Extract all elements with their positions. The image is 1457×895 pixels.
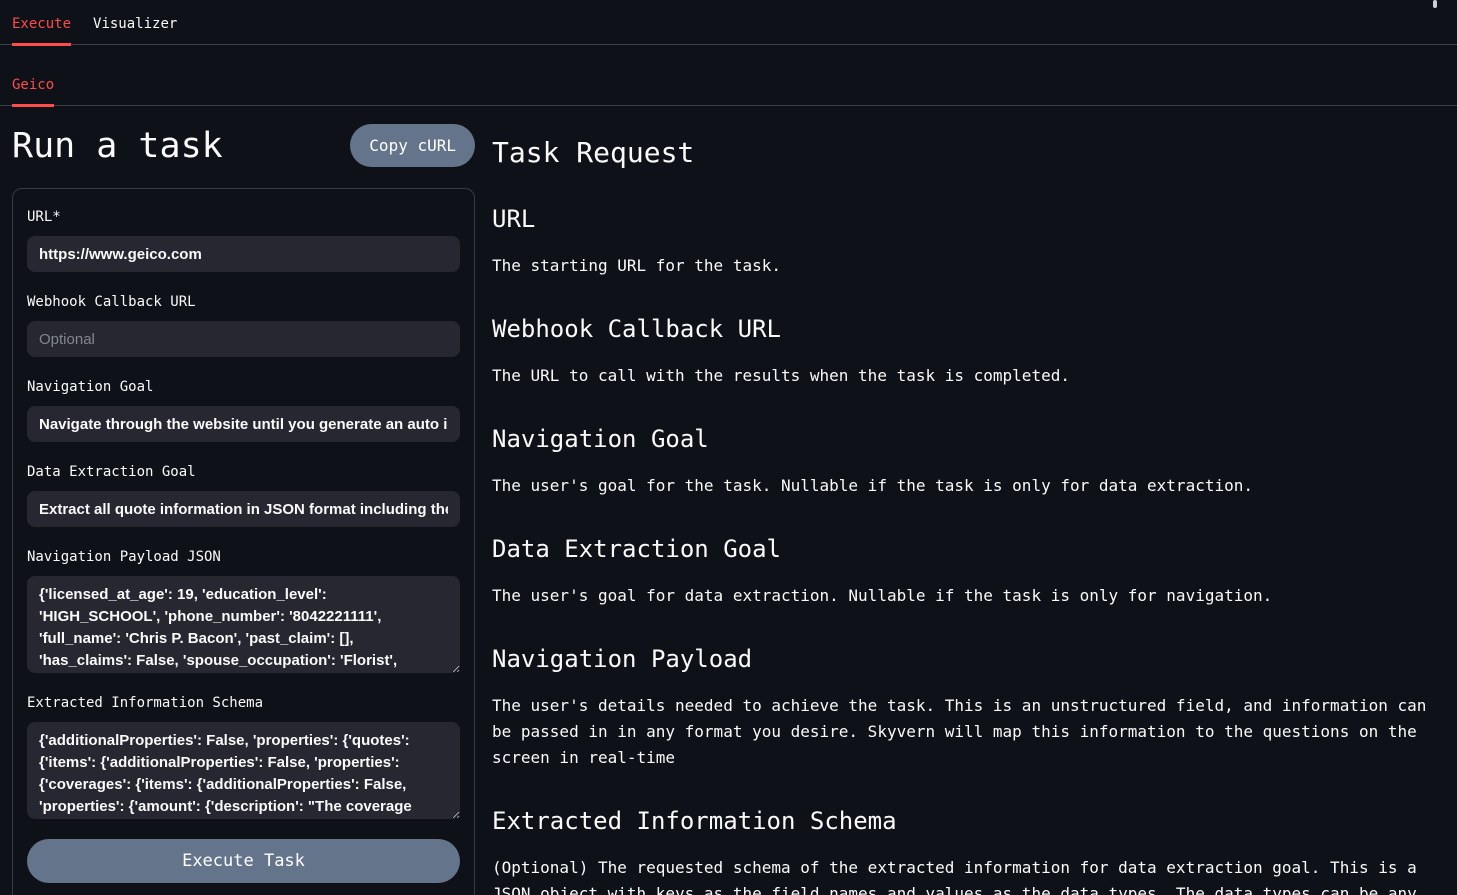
- doc-heading-navigation-goal: Navigation Goal: [492, 425, 1433, 453]
- doc-body-navigation-payload: The user's details needed to achieve the…: [492, 693, 1433, 771]
- doc-heading-data-extraction-goal: Data Extraction Goal: [492, 535, 1433, 563]
- url-input[interactable]: [27, 236, 460, 272]
- doc-heading-extracted-schema: Extracted Information Schema: [492, 807, 1433, 835]
- data-extraction-goal-label: Data Extraction Goal: [27, 464, 460, 480]
- extracted-schema-label: Extracted Information Schema: [27, 695, 460, 711]
- webhook-field-label: Webhook Callback URL: [27, 294, 460, 310]
- task-request-docs: Task Request URL The starting URL for th…: [492, 124, 1433, 895]
- app-window: Execute Visualizer Geico Run a task Copy…: [0, 0, 1457, 895]
- doc-body-navigation-goal: The user's goal for the task. Nullable i…: [492, 473, 1433, 499]
- doc-body-data-extraction-goal: The user's goal for data extraction. Nul…: [492, 583, 1433, 609]
- url-field-label: URL*: [27, 209, 460, 225]
- page-scrollbar-thumb[interactable]: [1433, 0, 1437, 8]
- run-task-panel: Run a task Copy cURL URL* Webhook Callba…: [12, 124, 475, 895]
- run-task-header: Run a task Copy cURL: [12, 124, 475, 167]
- doc-body-webhook: The URL to call with the results when th…: [492, 363, 1433, 389]
- doc-body-extracted-schema: (Optional) The requested schema of the e…: [492, 855, 1433, 895]
- doc-heading-navigation-payload: Navigation Payload: [492, 645, 1433, 673]
- navigation-goal-label: Navigation Goal: [27, 379, 460, 395]
- doc-body-url: The starting URL for the task.: [492, 253, 1433, 279]
- tab-geico[interactable]: Geico: [12, 77, 54, 107]
- data-extraction-goal-input[interactable]: [27, 491, 460, 527]
- execute-task-button[interactable]: Execute Task: [27, 839, 460, 883]
- doc-heading-url: URL: [492, 205, 1433, 233]
- navigation-goal-input[interactable]: [27, 406, 460, 442]
- docs-title: Task Request: [492, 136, 1433, 169]
- doc-heading-webhook: Webhook Callback URL: [492, 315, 1433, 343]
- tab-visualizer[interactable]: Visualizer: [93, 16, 177, 46]
- navigation-payload-textarea[interactable]: {'licensed_at_age': 19, 'education_level…: [27, 576, 460, 673]
- page-title: Run a task: [12, 126, 223, 166]
- task-form-card: URL* Webhook Callback URL Navigation Goa…: [12, 188, 475, 895]
- navigation-payload-label: Navigation Payload JSON: [27, 549, 460, 565]
- main-tabbar: Execute Visualizer: [0, 0, 1457, 45]
- sub-tabbar: Geico: [0, 61, 1457, 106]
- main-content: Run a task Copy cURL URL* Webhook Callba…: [0, 106, 1457, 895]
- webhook-callback-url-input[interactable]: [27, 321, 460, 357]
- extracted-schema-textarea[interactable]: {'additionalProperties': False, 'propert…: [27, 722, 460, 819]
- copy-curl-button[interactable]: Copy cURL: [350, 124, 475, 167]
- tab-execute[interactable]: Execute: [12, 16, 71, 46]
